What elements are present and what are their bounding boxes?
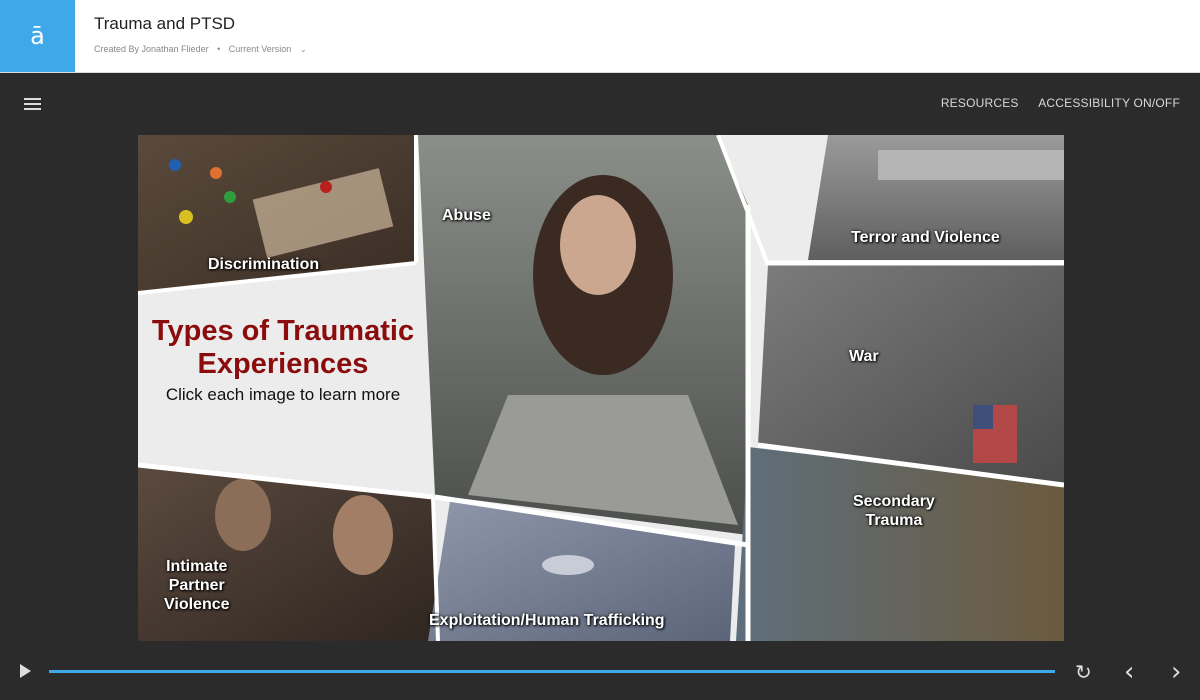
panel-label-abuse: Abuse [442,207,491,224]
meta-separator: • [217,44,221,54]
topbar-links: RESOURCES ACCESSIBILITY ON/OFF [925,96,1180,110]
panel-label-terror: Terror and Violence [851,229,1000,246]
panel-label-secondary-line1: Secondary [853,493,935,510]
progress-bar[interactable] [49,670,1055,673]
accessibility-toggle[interactable]: ACCESSIBILITY ON/OFF [1038,96,1180,110]
logo-icon: ā [30,22,45,50]
replay-icon[interactable]: ↻ [1075,660,1092,684]
progress-fill [49,670,1055,673]
course-title: Trauma and PTSD [94,14,236,33]
panel-label-ipv: Intimate Partner Violence [164,557,230,614]
slide-title: Types of Traumatic Experiences [151,315,415,380]
slide-canvas: Types of Traumatic Experiences Click eac… [138,135,1064,641]
play-icon[interactable] [20,664,31,678]
version-label: Current Version [228,44,292,54]
chevron-down-icon: ⌄ [299,45,307,54]
slide-title-box: Types of Traumatic Experiences Click eac… [138,295,428,440]
resources-link[interactable]: RESOURCES [941,96,1019,110]
panel-label-war: War [849,348,879,365]
panel-label-exploitation: Exploitation/Human Trafficking [429,612,665,629]
version-dropdown[interactable]: Current Version ⌄ [229,44,313,54]
panel-label-secondary-line2: Trauma [865,512,923,529]
panel-abuse[interactable]: Abuse [420,135,746,495]
slide-subtitle: Click each image to learn more [165,385,401,404]
panel-label-ipv-line1: Intimate [166,558,228,575]
panel-intimate-partner-violence[interactable]: Intimate Partner Violence [138,470,433,641]
panel-exploitation[interactable]: Exploitation/Human Trafficking [429,505,736,641]
chevron-left-icon[interactable]: ‹ [1124,657,1134,687]
panel-secondary-trauma[interactable]: Secondary Trauma [738,450,1064,641]
course-meta: Created By Jonathan Flieder • Current Ve… [94,44,319,54]
panel-war[interactable]: War [758,267,1064,447]
panel-label-secondary: Secondary Trauma [853,492,935,530]
header-bar: ā Trauma and PTSD Created By Jonathan Fl… [0,0,1200,73]
panel-label-ipv-line2: Partner [168,577,225,594]
menu-icon[interactable] [24,98,41,110]
chevron-right-icon[interactable]: › [1171,657,1181,687]
player-topbar: RESOURCES ACCESSIBILITY ON/OFF [0,72,1200,132]
panel-label-discrimination: Discrimination [208,256,320,273]
created-by: Created By Jonathan Flieder [94,44,209,54]
panel-label-ipv-line3: Violence [164,596,230,613]
panel-terror-violence[interactable]: Terror and Violence [808,135,1064,260]
player-controls: ↻ ‹ › [0,650,1200,700]
app-logo[interactable]: ā [0,0,75,72]
panel-discrimination[interactable]: Discrimination [138,135,416,285]
